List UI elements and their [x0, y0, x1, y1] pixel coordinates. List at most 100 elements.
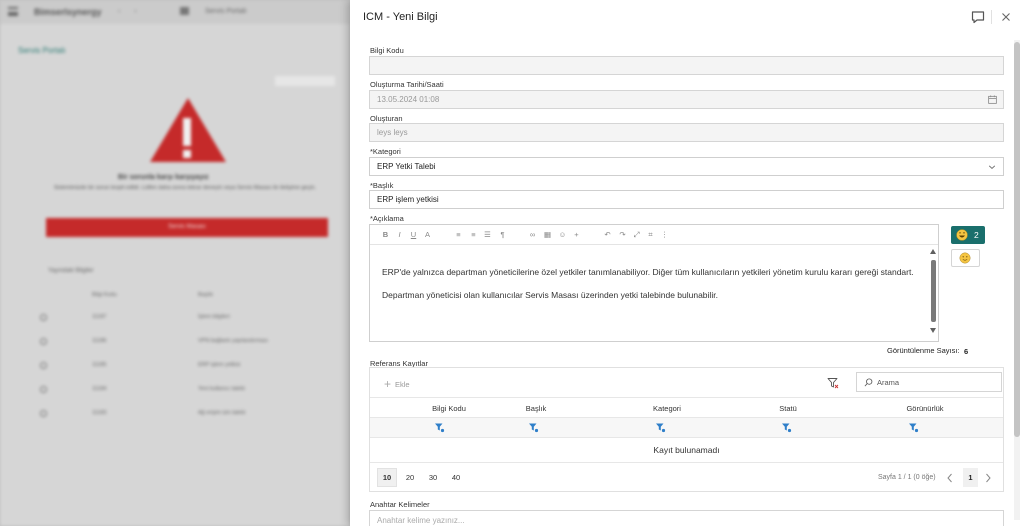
editor-paragraph: ERP'de yalnızca departman yöneticilerine… — [382, 267, 914, 277]
background-app: Bimserlsynergy ‹ › Servis Portalı Servis… — [0, 0, 350, 526]
add-reference-button[interactable]: + Ekle — [384, 377, 410, 391]
background-row: 11186 VPN bağlantı yapılandırması — [40, 338, 340, 352]
search-icon — [40, 314, 47, 321]
panel-title: ICM - Yeni Bilgi — [363, 11, 438, 23]
olusturma-tarihi-field: 13.05.2024 01:08 — [369, 90, 1004, 109]
editor-paragraph: Departman yöneticisi olan kullanıcılar S… — [382, 290, 718, 300]
calendar-icon — [988, 95, 997, 104]
filter-icon[interactable] — [908, 422, 919, 433]
view-count-label: Görüntülenme Sayısı: — [887, 346, 960, 355]
error-text: Sistemimizde bir sorun tespit edildi. Lü… — [53, 185, 317, 191]
search-icon — [40, 386, 47, 393]
error-title: Bir sorunla karşı karşıyayız — [118, 174, 209, 181]
close-icon[interactable] — [998, 9, 1014, 25]
column-header-gorunurluk[interactable]: Görünürlük — [880, 404, 970, 413]
page-number-1[interactable]: 1 — [963, 468, 978, 487]
page-size-10[interactable]: 10 — [377, 468, 397, 487]
view-count-value: 6 — [964, 347, 969, 356]
text-color-icon[interactable]: A — [423, 230, 432, 239]
chevron-right-icon[interactable] — [983, 472, 993, 484]
fullscreen-icon[interactable]: ⤢ — [632, 230, 641, 239]
nav-arrows-icon: ‹ › — [118, 8, 143, 15]
olusturan-field: leys leys — [369, 123, 1004, 142]
scroll-up-icon[interactable] — [930, 249, 936, 254]
page-info: Sayfa 1 / 1 (0 öğe) — [878, 474, 936, 481]
search-icon — [40, 338, 47, 345]
warning-icon-mark — [183, 118, 191, 146]
editor-toolbar: B I U A ≡ ≡ ☰ ¶ ∞ ▦ ☺ + ↶ ↷ ⤢ ⌗ ⋮ — [370, 225, 938, 245]
column-header-baslik[interactable]: Başlık — [491, 404, 581, 413]
chevron-left-icon[interactable] — [945, 472, 955, 484]
reaction-button[interactable]: 2 — [951, 226, 985, 244]
filter-icon[interactable] — [655, 422, 666, 433]
clear-filter-icon[interactable] — [827, 377, 839, 389]
align-center-icon[interactable]: ≡ — [469, 230, 478, 239]
add-reaction-button[interactable] — [951, 249, 980, 267]
background-topbar: Bimserlsynergy ‹ › Servis Portalı — [0, 0, 350, 24]
editor-scrollbar-thumb[interactable] — [931, 260, 936, 322]
page-size-40[interactable]: 40 — [446, 468, 466, 487]
search-icon — [40, 362, 47, 369]
filter-icon[interactable] — [528, 422, 539, 433]
page-size-20[interactable]: 20 — [400, 468, 420, 487]
column-header-kategori[interactable]: Kategori — [622, 404, 712, 413]
breadcrumb: Servis Portalı — [205, 8, 247, 15]
table-icon[interactable]: ▦ — [543, 230, 552, 239]
empty-state-text: Kayıt bulunamadı — [653, 445, 720, 455]
list-icon[interactable]: ☰ — [483, 230, 492, 239]
page-size-30[interactable]: 30 — [423, 468, 443, 487]
insert-icon[interactable]: + — [572, 230, 581, 239]
kategori-label: *Kategori — [370, 147, 401, 156]
filter-icon[interactable] — [781, 422, 792, 433]
brand-logo: Bimserlsynergy — [34, 7, 102, 17]
panel-scrollbar-thumb[interactable] — [1014, 42, 1020, 437]
keywords-field[interactable] — [369, 510, 1004, 526]
chevron-down-icon[interactable] — [988, 163, 996, 171]
background-table-header: Bilgi Kodu Başlık — [92, 292, 213, 298]
anahtar-kelimeler-label: Anahtar Kelimeler — [370, 500, 430, 509]
background-section-title: Yayındaki Bilgiler — [48, 268, 94, 274]
plus-icon: + — [384, 377, 392, 391]
laugh-emoji-icon — [956, 229, 968, 241]
column-header-statu[interactable]: Statü — [743, 404, 833, 413]
source-code-icon[interactable]: ⌗ — [646, 230, 655, 239]
bilgi-kodu-label: Bilgi Kodu — [370, 46, 404, 55]
error-button: Servis Masası — [46, 218, 328, 237]
reference-search[interactable] — [856, 372, 1002, 392]
align-left-icon[interactable]: ≡ — [454, 230, 463, 239]
chat-icon[interactable] — [970, 9, 986, 25]
emoji-icon[interactable]: ☺ — [558, 230, 567, 239]
kategori-select[interactable]: ERP Yetki Talebi — [369, 157, 1004, 176]
background-row: 11185 ERP işlem yetkisi — [40, 362, 340, 376]
underline-icon[interactable]: U — [409, 230, 418, 239]
background-row: 11184 Yeni kullanıcı talebi — [40, 386, 340, 400]
editor-content[interactable]: ERP'de yalnızca departman yöneticilerine… — [382, 267, 922, 313]
search-icon — [864, 378, 873, 387]
background-row: 11187 İşlem bilgileri — [40, 314, 340, 328]
search-icon — [40, 410, 47, 417]
keywords-input[interactable] — [377, 514, 977, 526]
panel-header: ICM - Yeni Bilgi — [350, 0, 1024, 34]
filter-icon[interactable] — [434, 422, 445, 433]
aciklama-editor[interactable]: B I U A ≡ ≡ ☰ ¶ ∞ ▦ ☺ + ↶ ↷ ⤢ ⌗ ⋮ ERP'de… — [369, 224, 939, 342]
background-row: 11183 Ağ erişim izin talebi — [40, 410, 340, 424]
more-icon[interactable]: ⋮ — [660, 230, 669, 239]
baslik-input[interactable]: ERP işlem yetkisi — [369, 190, 1004, 209]
italic-icon[interactable]: I — [395, 230, 404, 239]
new-knowledge-panel: ICM - Yeni Bilgi Bilgi Kodu Oluşturma Ta… — [350, 0, 1024, 526]
olusturma-tarihi-value: 13.05.2024 01:08 — [377, 95, 440, 104]
column-header-bilgi-kodu[interactable]: Bilgi Kodu — [404, 404, 494, 413]
olusturma-tarihi-label: Oluşturma Tarihi/Saati — [370, 80, 444, 89]
bold-icon[interactable]: B — [381, 230, 390, 239]
olusturan-label: Oluşturan — [370, 114, 403, 123]
reference-search-input[interactable] — [877, 376, 997, 389]
background-page-title: Servis Portalı — [18, 46, 66, 55]
reference-records-grid: +Ekle Bilgi Kodu Başlık Kategori Statü G… — [369, 367, 1004, 492]
redo-icon[interactable]: ↷ — [618, 230, 627, 239]
link-icon[interactable]: ∞ — [528, 230, 537, 239]
reaction-count: 2 — [974, 230, 979, 240]
scroll-down-icon[interactable] — [930, 328, 936, 333]
undo-icon[interactable]: ↶ — [603, 230, 612, 239]
baslik-label: *Başlık — [370, 181, 394, 190]
paragraph-icon[interactable]: ¶ — [498, 230, 507, 239]
